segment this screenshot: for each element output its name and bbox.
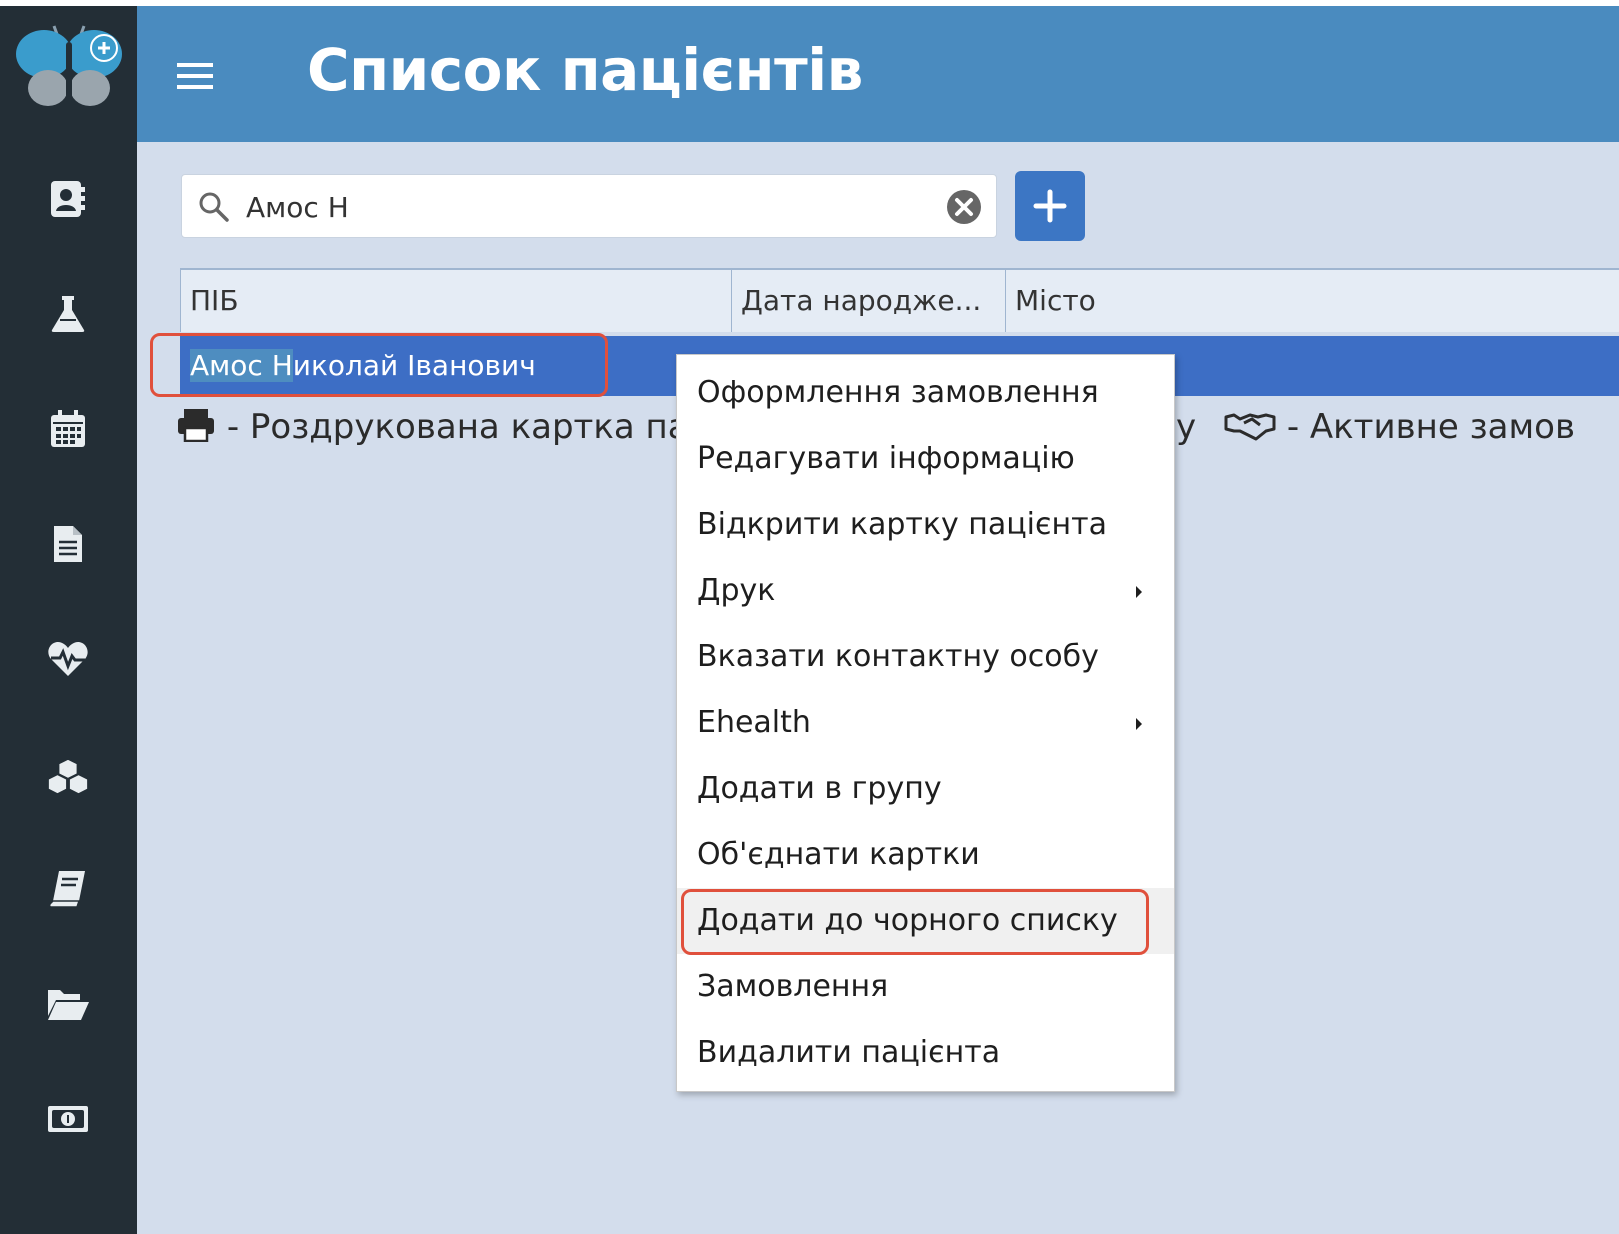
search-input[interactable] xyxy=(246,185,926,229)
menu-item-edit-info[interactable]: Редагувати інформацію xyxy=(677,426,1174,492)
folder-open-icon[interactable] xyxy=(46,982,90,1026)
legend-printed-card-label: - Роздрукована картка па xyxy=(226,407,689,447)
menu-item-label: Вказати контактну особу xyxy=(697,639,1099,674)
printer-icon xyxy=(178,409,214,443)
contact-card-icon[interactable] xyxy=(46,177,90,221)
annotation-box-patient-name xyxy=(150,333,608,397)
book-icon[interactable] xyxy=(46,867,90,911)
legend-active-order: - Активне замов xyxy=(1224,404,1575,450)
column-header-city[interactable]: Місто xyxy=(1006,270,1619,332)
legend-printed-card: - Роздрукована картка па xyxy=(176,404,689,450)
heartbeat-icon[interactable] xyxy=(46,637,90,681)
menu-item-print[interactable]: Друк xyxy=(677,558,1174,624)
submenu-arrow-icon xyxy=(1136,718,1142,730)
menu-item-label: Додати в групу xyxy=(697,771,942,806)
menu-item-label: Ehealth xyxy=(697,705,811,740)
search-box[interactable] xyxy=(181,174,997,238)
app-window: Список пацієнтів ПІБ Дата народже... Міс… xyxy=(0,6,1619,1234)
menu-item-label: Відкрити картку пацієнта xyxy=(697,507,1107,542)
submenu-arrow-icon xyxy=(1136,586,1142,598)
menu-item-label: Редагувати інформацію xyxy=(697,441,1075,476)
table-header: ПІБ Дата народже... Місто xyxy=(180,268,1619,332)
calendar-icon[interactable] xyxy=(46,407,90,451)
menu-item-label: Видалити пацієнта xyxy=(697,1035,1001,1070)
menu-item-label: Замовлення xyxy=(697,969,889,1004)
cubes-icon[interactable] xyxy=(46,754,90,798)
menu-item-delete-patient[interactable]: Видалити пацієнта xyxy=(677,1020,1174,1086)
plus-icon xyxy=(1033,189,1067,223)
legend-fragment: у xyxy=(1176,407,1197,447)
hamburger-menu-icon[interactable] xyxy=(177,61,213,95)
menu-item-merge-cards[interactable]: Об'єднати картки xyxy=(677,822,1174,888)
menu-item-ehealth[interactable]: Ehealth xyxy=(677,690,1174,756)
document-icon[interactable] xyxy=(46,522,90,566)
menu-item-label: Об'єднати картки xyxy=(697,837,980,872)
column-header-birthdate[interactable]: Дата народже... xyxy=(732,270,1006,332)
add-patient-button[interactable] xyxy=(1015,171,1085,241)
column-header-name[interactable]: ПІБ xyxy=(181,270,732,332)
context-menu: Оформлення замовлення Редагувати інформа… xyxy=(676,354,1175,1092)
search-icon xyxy=(198,191,230,227)
butterfly-logo[interactable] xyxy=(14,18,124,114)
menu-item-open-card[interactable]: Відкрити картку пацієнта xyxy=(677,492,1174,558)
handshake-icon xyxy=(1224,413,1276,441)
menu-item-label: Оформлення замовлення xyxy=(697,375,1099,410)
clear-search-icon[interactable] xyxy=(946,189,982,229)
menu-item-contact-person[interactable]: Вказати контактну особу xyxy=(677,624,1174,690)
legend-active-order-label: - Активне замов xyxy=(1286,407,1575,447)
menu-item-label: Друк xyxy=(697,573,776,608)
menu-item-create-order[interactable]: Оформлення замовлення xyxy=(677,360,1174,426)
annotation-box-blacklist xyxy=(681,889,1149,955)
sidebar xyxy=(0,6,137,1234)
money-icon[interactable] xyxy=(46,1097,90,1141)
flask-icon[interactable] xyxy=(46,292,90,336)
page-title: Список пацієнтів xyxy=(307,36,863,104)
menu-item-orders[interactable]: Замовлення xyxy=(677,954,1174,1020)
header-bar: Список пацієнтів xyxy=(137,6,1619,142)
menu-item-add-to-group[interactable]: Додати в групу xyxy=(677,756,1174,822)
